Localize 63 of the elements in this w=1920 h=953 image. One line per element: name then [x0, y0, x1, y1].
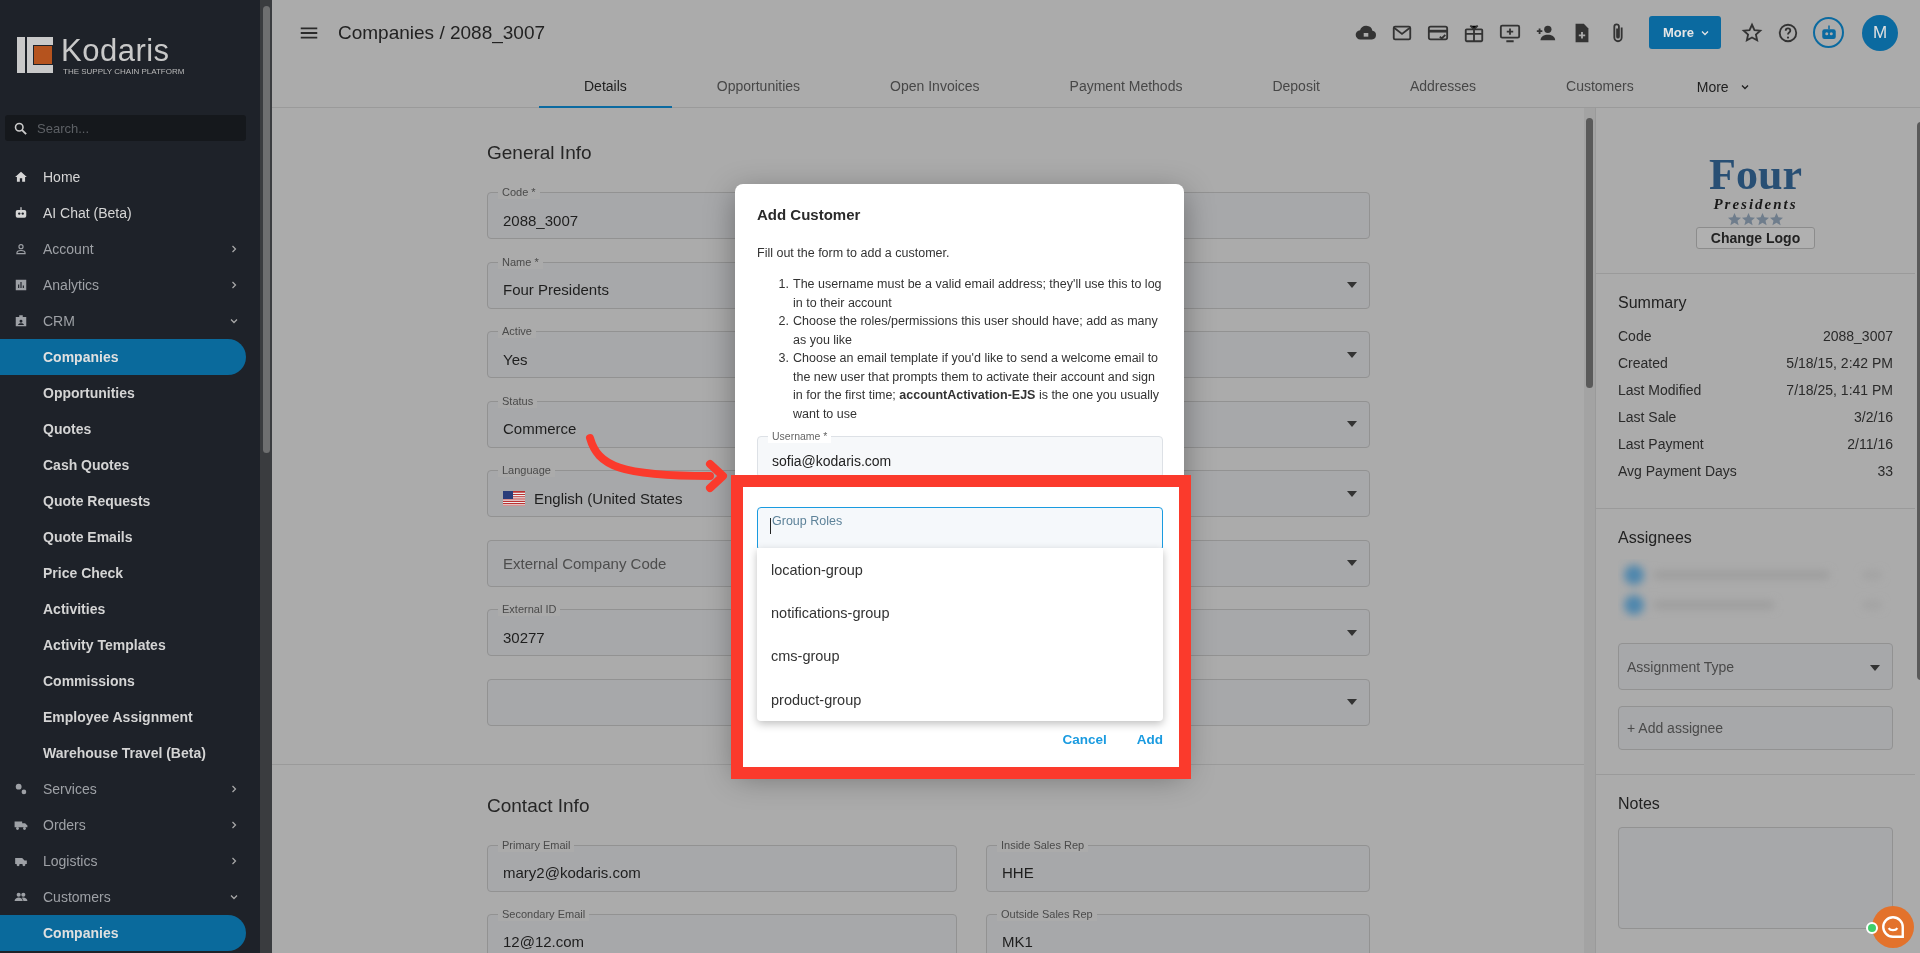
summary-label: Created	[1618, 354, 1668, 371]
section-title: Assignees	[1618, 529, 1693, 547]
logo-text: Presidents	[1713, 196, 1798, 213]
nav-label: Analytics	[43, 277, 100, 293]
field-label: Group Roles	[772, 513, 843, 529]
nav-label: Customers	[43, 889, 111, 905]
page-title: Companies / 2088_3007	[338, 21, 546, 44]
summary-value: 7/18/25, 1:41 PM	[1786, 381, 1893, 398]
field-label: Name *	[498, 255, 543, 269]
field-value: HHE	[1002, 864, 1034, 881]
summary-value: 5/18/15, 2:42 PM	[1786, 354, 1893, 371]
summary-value: 3/2/16	[1854, 408, 1893, 425]
nav-label: Home	[43, 169, 81, 185]
field-value: MK1	[1002, 933, 1033, 950]
field-label: Language	[498, 464, 555, 477]
logo-tagline: THE SUPPLY CHAIN PLATFORM	[63, 66, 185, 76]
field-value: sofia@kodaris.com	[772, 453, 892, 469]
field-label: Code *	[498, 186, 540, 199]
section-title: Notes	[1618, 795, 1661, 813]
field-value: 2088_3007	[503, 211, 579, 229]
field-label: Status	[498, 394, 538, 408]
summary-label: Last Payment	[1618, 435, 1704, 452]
step-text: The username must be a valid email address; they'll use this to log in to their account	[793, 276, 1163, 312]
field-value: Commerce	[503, 420, 577, 437]
summary-label: Code	[1618, 327, 1652, 344]
dialog-intro: Fill out the form to add a customer.	[757, 245, 951, 261]
field-label: Inside Sales Rep	[997, 838, 1089, 852]
nav-label: Logistics	[43, 853, 98, 869]
field-placeholder: + Add assignee	[1627, 720, 1724, 736]
section-title: Summary	[1618, 294, 1688, 312]
summary-label: Last Modified	[1618, 381, 1702, 398]
field-label: Secondary Email	[498, 907, 590, 921]
section-title: Contact Info	[487, 794, 591, 817]
nav-label: Account	[43, 241, 94, 257]
logo-text: Kodaris	[61, 34, 171, 67]
field-label: Outside Sales Rep	[997, 907, 1097, 921]
field-label: Username *	[768, 430, 832, 443]
field-value: 30277	[503, 628, 545, 646]
section-title: General Info	[487, 142, 593, 164]
field-placeholder: Assignment Type	[1627, 658, 1735, 675]
field-value: Four Presidents	[503, 281, 609, 298]
nav-label: CRM	[43, 313, 75, 329]
nav-label: Services	[43, 781, 97, 797]
field-label: External ID	[498, 603, 561, 616]
summary-label: Last Sale	[1618, 408, 1677, 425]
logo-text: Four	[1709, 154, 1802, 196]
summary-value: 2088_3007	[1822, 327, 1893, 344]
summary-value: 2/11/16	[1847, 435, 1893, 452]
nav-label: AI Chat (Beta)	[43, 205, 132, 221]
summary-label: Avg Payment Days	[1618, 462, 1737, 479]
field-value: Yes	[503, 350, 528, 368]
summary-value: 33	[1877, 462, 1893, 479]
field-value: 12@12.com	[503, 933, 585, 950]
field-label: Primary Email	[498, 838, 575, 852]
field-value: English (United States	[534, 489, 683, 507]
step-number: 1.	[777, 276, 790, 293]
step-number: 2.	[777, 313, 790, 330]
field-label: Active	[498, 325, 536, 338]
field-placeholder: External Company Code	[503, 554, 667, 572]
step-number: 3.	[777, 350, 790, 367]
nav-label: Orders	[43, 817, 86, 833]
field-value: mary2@kodaris.com	[503, 864, 641, 881]
dialog-title: Add Customer	[757, 206, 862, 224]
